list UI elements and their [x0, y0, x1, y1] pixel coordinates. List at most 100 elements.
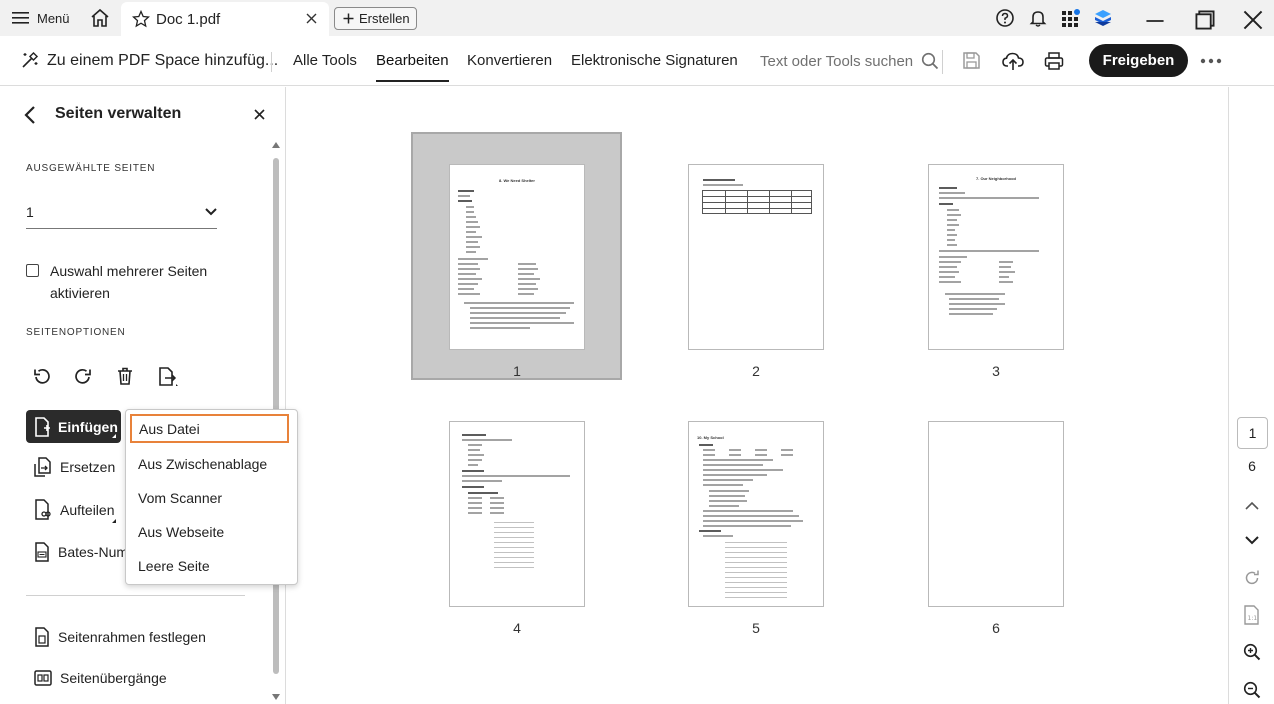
table-graphic	[702, 190, 812, 214]
panel-title: Seiten verwalten	[55, 105, 182, 122]
restore-icon[interactable]	[1195, 10, 1215, 30]
tool-search-placeholder: Text oder Tools suchen	[760, 52, 914, 70]
document-tab[interactable]: Doc 1.pdf	[121, 2, 329, 36]
back-arrow-icon[interactable]	[22, 105, 38, 125]
page-thumbnail-3[interactable]: 7. Our Neighborhood	[928, 164, 1064, 350]
actual-size-icon[interactable]: 1:1	[1243, 605, 1261, 625]
tab-convert[interactable]: Konvertieren	[467, 52, 552, 69]
add-to-pdf-space-label: Zu einem PDF Space hinzufüg...	[47, 51, 279, 69]
toolbar-divider	[271, 52, 272, 72]
tab-all-tools[interactable]: Alle Tools	[293, 52, 357, 69]
menu-button[interactable]: Menü	[12, 8, 70, 28]
page-number-6: 6	[992, 620, 1000, 636]
menu-item-blank-page[interactable]: Leere Seite	[126, 549, 297, 582]
share-button[interactable]: Freigeben	[1089, 44, 1188, 77]
home-icon	[91, 8, 109, 27]
close-window-icon[interactable]	[1243, 10, 1263, 30]
page-heading: 7. Our Neighborhood	[976, 176, 1016, 181]
page-heading: 8. We Need Shelter	[499, 178, 535, 183]
menu-item-from-clipboard[interactable]: Aus Zwischenablage	[126, 447, 297, 480]
replace-button[interactable]: Ersetzen	[34, 457, 115, 477]
page-transitions-icon	[34, 670, 52, 686]
close-tab-icon[interactable]	[306, 13, 317, 24]
previous-page-icon[interactable]	[1243, 500, 1261, 512]
total-pages: 6	[1248, 458, 1256, 474]
split-label: Aufteilen	[60, 502, 115, 518]
bates-numbering-button[interactable]: Bates-Numm	[34, 542, 140, 562]
multi-select-checkbox[interactable]	[26, 264, 39, 277]
minimize-icon[interactable]	[1145, 11, 1165, 31]
menu-label: Menü	[37, 10, 70, 26]
tool-search[interactable]: Text oder Tools suchen	[760, 52, 939, 70]
selected-pages-value: 1	[26, 204, 34, 220]
document-tab-title: Doc 1.pdf	[156, 11, 221, 28]
bates-numbering-icon	[35, 542, 49, 562]
plus-icon	[343, 13, 354, 24]
page-thumbnail-1[interactable]: 8. We Need Shelter	[449, 164, 585, 350]
svg-text:1:1: 1:1	[1248, 615, 1258, 622]
panel-divider	[26, 595, 245, 596]
page-number-5: 5	[752, 620, 760, 636]
scroll-down-icon[interactable]	[272, 694, 280, 700]
create-label: Erstellen	[359, 11, 410, 26]
extract-pages-icon[interactable]	[157, 366, 179, 388]
home-button[interactable]	[90, 8, 112, 30]
trash-icon[interactable]	[115, 366, 135, 386]
apps-grid-icon[interactable]	[1061, 8, 1081, 28]
create-button[interactable]: Erstellen	[334, 7, 417, 30]
add-to-pdf-space-button[interactable]: Zu einem PDF Space hinzufüg...	[20, 51, 278, 70]
next-page-icon[interactable]	[1243, 534, 1261, 546]
tab-edit[interactable]: Bearbeiten	[376, 52, 449, 82]
word-search-graphic	[494, 518, 534, 568]
toolbar-divider	[942, 50, 943, 74]
zoom-in-icon[interactable]	[1243, 643, 1261, 661]
replace-label: Ersetzen	[60, 459, 116, 475]
cloud-upload-icon[interactable]	[1002, 51, 1024, 71]
hamburger-icon	[12, 12, 29, 24]
page-number-2: 2	[752, 363, 760, 379]
page-thumbnail-5[interactable]: 10. My School	[688, 421, 824, 607]
chevron-down-icon	[205, 208, 217, 216]
scroll-up-icon[interactable]	[272, 142, 280, 148]
tab-e-signatures[interactable]: Elektronische Signaturen	[571, 52, 738, 69]
page-transitions-button[interactable]: Seitenübergänge	[34, 669, 167, 687]
split-page-icon	[35, 499, 51, 520]
rotate-left-icon[interactable]	[32, 366, 52, 386]
page-heading: 10. My School	[697, 435, 724, 440]
more-options-icon[interactable]	[1200, 58, 1222, 64]
print-icon[interactable]	[1044, 51, 1064, 71]
multi-select-label: Auswahl mehrerer Seiten aktivieren	[50, 263, 208, 301]
insert-page-icon	[35, 416, 50, 437]
help-icon[interactable]	[995, 8, 1015, 28]
page-thumbnail-2[interactable]	[688, 164, 824, 350]
insert-button[interactable]: Einfügen	[26, 410, 121, 443]
close-panel-icon[interactable]	[254, 109, 265, 120]
split-button[interactable]: Aufteilen	[34, 499, 114, 521]
zoom-out-icon[interactable]	[1243, 681, 1261, 699]
rotate-right-icon[interactable]	[73, 366, 93, 386]
menu-item-from-scanner[interactable]: Vom Scanner	[126, 481, 297, 514]
manage-pages-panel: Seiten verwalten AUSGEWÄHLTE SEITEN 1 Au…	[0, 87, 286, 704]
page-thumbnail-4[interactable]	[449, 421, 585, 607]
star-icon[interactable]	[132, 10, 150, 28]
word-search-graphic	[725, 540, 787, 598]
search-icon	[922, 52, 939, 70]
main-toolbar: Zu einem PDF Space hinzufüg... Alle Tool…	[0, 36, 1274, 86]
replace-page-icon	[34, 457, 51, 477]
current-page-input[interactable]: 1	[1237, 417, 1268, 449]
insert-menu: Aus Datei Aus Zwischenablage Vom Scanner…	[125, 409, 298, 585]
ai-assistant-icon[interactable]	[1093, 8, 1113, 28]
rotate-view-icon[interactable]	[1243, 569, 1261, 587]
save-icon[interactable]	[962, 51, 981, 70]
page-number-1: 1	[513, 363, 521, 379]
selected-pages-dropdown[interactable]: 1	[26, 195, 217, 229]
page-number-3: 3	[992, 363, 1000, 379]
menu-item-from-file[interactable]: Aus Datei	[130, 414, 289, 443]
menu-item-from-webpage[interactable]: Aus Webseite	[126, 515, 297, 548]
set-page-boxes-button[interactable]: Seitenrahmen festlegen	[34, 627, 206, 647]
title-bar: Menü Doc 1.pdf Erstellen	[0, 0, 1274, 36]
insert-caret-icon	[112, 434, 116, 438]
bell-icon[interactable]	[1028, 8, 1048, 28]
page-thumbnail-6[interactable]	[928, 421, 1064, 607]
page-transitions-label: Seitenübergänge	[60, 670, 167, 686]
